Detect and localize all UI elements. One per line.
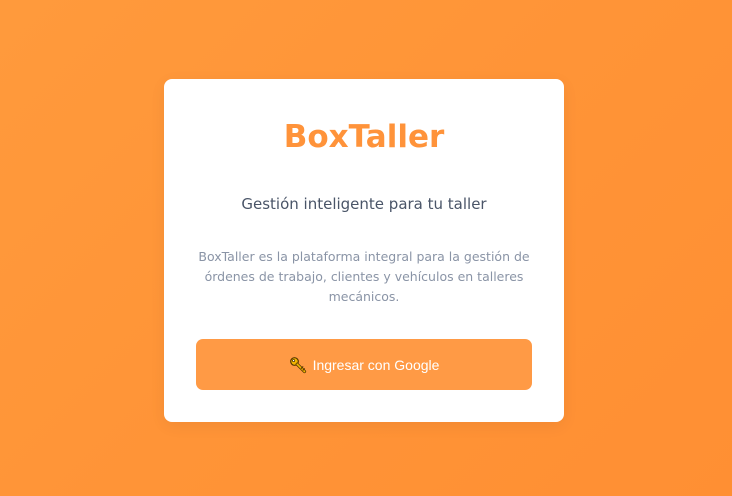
google-login-button[interactable]: Ingresar con Google: [196, 339, 532, 390]
app-description: BoxTaller es la plataforma integral para…: [198, 249, 530, 304]
login-card: BoxTaller Gestión inteligente para tu ta…: [164, 79, 564, 422]
app-title: BoxTaller: [283, 119, 445, 155]
app-subtitle: Gestión inteligente para tu taller: [241, 195, 487, 213]
google-login-label: Ingresar con Google: [312, 356, 440, 373]
key-icon: [289, 356, 307, 374]
